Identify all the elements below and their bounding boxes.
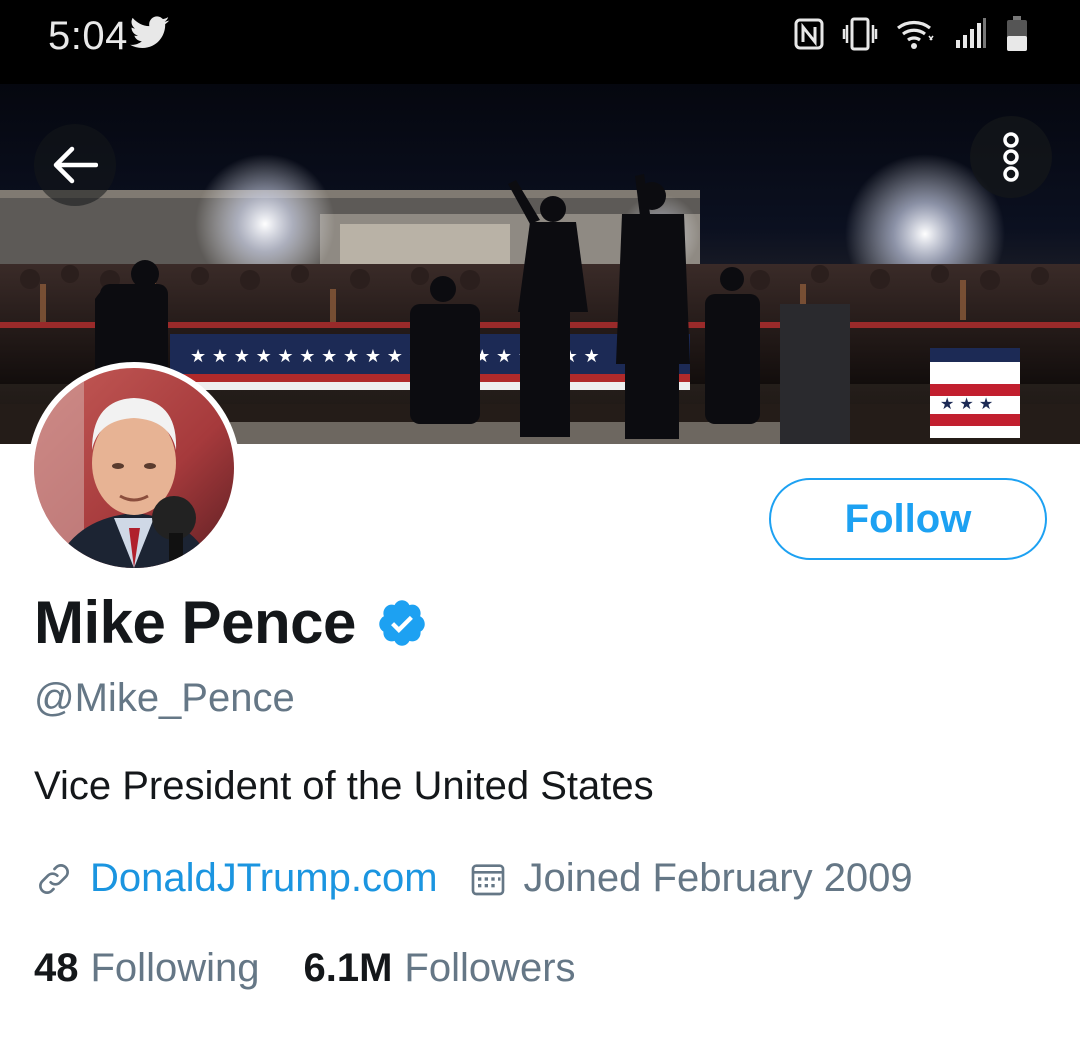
twitter-bird-icon	[130, 16, 170, 48]
more-vertical-icon	[1003, 132, 1019, 182]
back-button[interactable]	[34, 124, 116, 206]
verified-badge-icon	[379, 599, 425, 646]
nfc-icon	[794, 18, 824, 50]
following-stat[interactable]: 48 Following	[34, 946, 259, 991]
arrow-left-icon	[53, 146, 98, 184]
profile-photo	[34, 368, 234, 568]
wifi-icon	[897, 20, 934, 49]
profile-meta: DonaldJTrump.com Joined February 2009	[34, 856, 913, 901]
name-row: Mike Pence	[34, 588, 428, 657]
following-count: 48	[34, 946, 79, 990]
bio: Vice President of the United States	[34, 764, 654, 808]
status-bar: 5:04	[0, 0, 1080, 84]
status-time: 5:04	[48, 14, 128, 58]
followers-count: 6.1M	[303, 946, 393, 990]
svg-text:★ ★ ★: ★ ★ ★	[940, 394, 993, 413]
joined-date: Joined February 2009	[523, 856, 913, 900]
followers-stat[interactable]: 6.1M Followers	[303, 946, 575, 991]
more-options-button[interactable]	[970, 116, 1052, 198]
follow-stats: 48 Following 6.1M Followers	[34, 946, 576, 991]
battery-icon	[1007, 16, 1027, 51]
follow-button[interactable]: Follow	[769, 478, 1047, 560]
vibrate-icon	[842, 17, 878, 51]
following-label: Following	[90, 946, 260, 990]
signal-icon	[956, 18, 986, 48]
link-icon	[39, 863, 69, 894]
handle: @Mike_Pence	[34, 676, 295, 720]
website-link[interactable]: DonaldJTrump.com	[90, 856, 438, 901]
avatar[interactable]	[28, 362, 240, 574]
calendar-icon	[471, 863, 504, 895]
status-icons	[794, 14, 1028, 54]
followers-label: Followers	[404, 946, 576, 990]
display-name: Mike Pence	[34, 589, 356, 656]
